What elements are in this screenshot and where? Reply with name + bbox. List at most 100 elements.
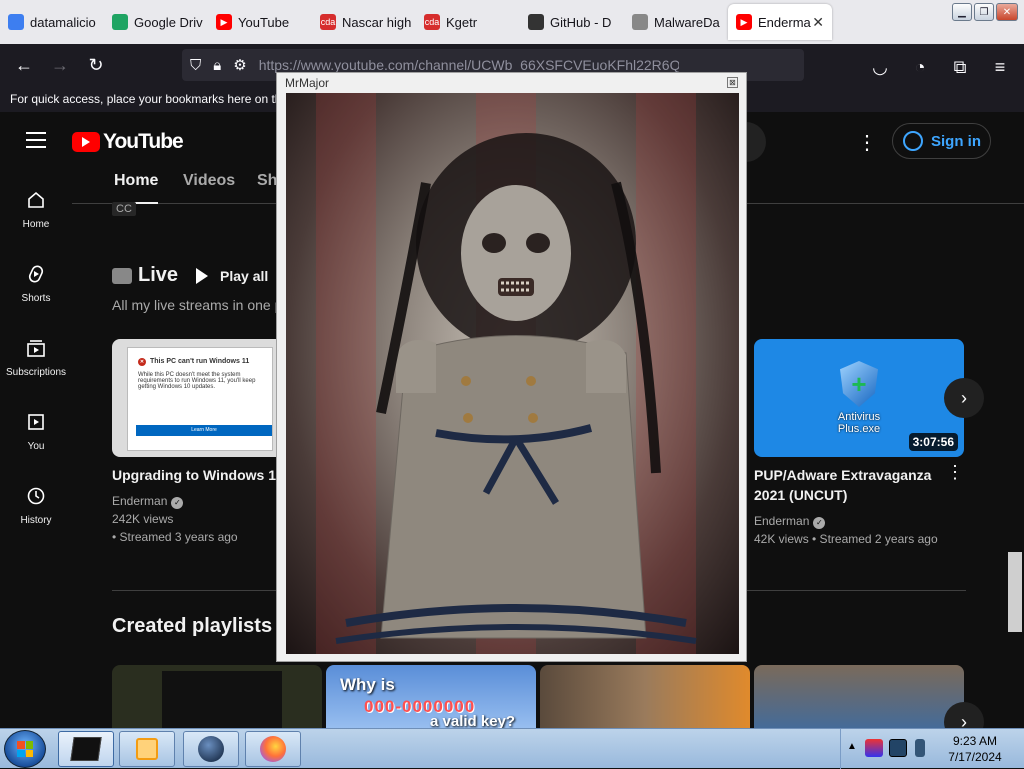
sidebar-item-subscriptions[interactable]: Subscriptions	[0, 320, 72, 394]
taskbar-app-media[interactable]	[119, 731, 175, 767]
subscriptions-icon	[25, 337, 47, 359]
thumb-dialog-button: Learn More	[136, 425, 272, 436]
window-controls: ▁ ❐ ✕	[952, 3, 1018, 21]
hamburger-menu-icon[interactable]	[26, 132, 46, 153]
url-text[interactable]: https://www.youtube.com/channel/UCWb_66X…	[259, 57, 679, 73]
video-title-line2[interactable]: 2021 (UNCUT)	[754, 487, 847, 503]
playlist-thumbnail[interactable]	[754, 665, 964, 728]
thumb-label-line1: Antivirus	[837, 411, 881, 423]
sidebar-item-shorts[interactable]: Shorts	[0, 246, 72, 320]
settings-kebab-icon[interactable]: ⋮	[857, 130, 877, 155]
browser-tab[interactable]: Google Driv	[104, 4, 208, 40]
maximize-button[interactable]: ❐	[974, 3, 994, 21]
taskbar-clock[interactable]: 9:23 AM 7/17/2024	[936, 733, 1014, 765]
browser-tab[interactable]: datamalicio	[0, 4, 104, 40]
tab-close-icon[interactable]: ✕	[812, 14, 824, 31]
taskbar-app-firefox[interactable]	[245, 731, 301, 767]
volume-icon[interactable]	[915, 739, 925, 757]
start-button[interactable]	[4, 730, 46, 768]
verified-check-icon: ✓	[813, 517, 826, 529]
tab-label: Kgetr	[446, 14, 478, 30]
creepy-doll-image	[286, 93, 739, 654]
browser-tab[interactable]: cda Nascar high	[312, 4, 416, 40]
video-title[interactable]: Upgrading to Windows 11	[112, 465, 283, 485]
tab-label: Google Driv	[134, 14, 203, 30]
youtube-play-icon	[72, 132, 100, 152]
popup-close-icon[interactable]: ⊠	[727, 77, 738, 88]
video-views: 242K views	[112, 512, 174, 526]
google-drive-icon	[112, 14, 128, 30]
shield-icon[interactable]: ⛉	[190, 57, 201, 74]
thumb-dialog-title: This PC can't run Windows 11	[138, 358, 262, 366]
play-icon	[196, 268, 208, 284]
carousel-next-button[interactable]: ›	[944, 702, 984, 728]
sidebar-item-home[interactable]: Home	[0, 172, 72, 246]
video-title[interactable]: PUP/Adware Extravaganza 2021 (UNCUT)	[754, 465, 931, 505]
live-section-title: Live	[112, 264, 178, 287]
github-icon	[528, 14, 544, 30]
taskbar-app-mrmajor[interactable]	[58, 731, 114, 767]
browser-tab[interactable]: MalwareDa	[624, 4, 728, 40]
lock-icon[interactable]: 🔒︎	[213, 57, 221, 74]
reload-button[interactable]: ↻	[78, 47, 114, 83]
sidebar-label: Subscriptions	[5, 366, 67, 378]
sign-in-button[interactable]: Sign in	[892, 123, 991, 159]
cda-icon: cda	[320, 14, 336, 30]
sidebar-item-you[interactable]: You	[0, 394, 72, 468]
tab-videos[interactable]: Videos	[183, 172, 235, 190]
sidebar-label: Home	[22, 218, 50, 230]
channel-name[interactable]: Enderman	[112, 494, 167, 508]
video-channel[interactable]: Enderman ✓	[754, 512, 826, 530]
minimize-button[interactable]: ▁	[952, 3, 972, 21]
tab-label: datamalicio	[30, 14, 96, 30]
taskbar-app-globe[interactable]	[183, 731, 239, 767]
browser-tab[interactable]: cda Kgetr	[416, 4, 520, 40]
tab-label: Nascar high	[342, 14, 412, 30]
youtube-sidebar: Home Shorts Subscriptions You History	[0, 172, 72, 542]
close-window-button[interactable]: ✕	[996, 3, 1018, 21]
back-button[interactable]: ←	[6, 47, 42, 83]
thumb-dialog: This PC can't run Windows 11 While this …	[127, 347, 273, 451]
tab-label: YouTube	[238, 14, 290, 30]
mrmajor-popup-window[interactable]: MrMajor ⊠	[276, 72, 747, 662]
history-icon	[25, 485, 47, 507]
network-icon[interactable]	[889, 739, 907, 757]
channel-name[interactable]: Enderman	[754, 514, 809, 528]
tab-home[interactable]: Home	[114, 172, 159, 204]
you-icon	[25, 411, 47, 433]
sidebar-label: Shorts	[21, 292, 51, 304]
created-playlists-title: Created playlists	[112, 615, 273, 637]
playlist-thumbnail[interactable]	[540, 665, 750, 728]
show-hidden-icons[interactable]: ▲	[847, 741, 857, 752]
live-description: All my live streams in one p	[112, 297, 283, 313]
video-menu-icon[interactable]: ⋮	[946, 462, 964, 483]
clock-time: 9:23 AM	[952, 734, 998, 748]
browser-tab-strip: datamalicio Google Driv ▶ YouTube cda Nasc…	[0, 0, 1024, 44]
tray-app-icon[interactable]	[865, 739, 883, 757]
browser-tab-active[interactable]: ▶ Enderma ✕	[728, 4, 832, 40]
pocket-icon[interactable]: ◡	[862, 49, 898, 85]
video-title-line1[interactable]: PUP/Adware Extravaganza	[754, 467, 931, 483]
playlist-thumbnail[interactable]	[112, 665, 322, 728]
carousel-next-button[interactable]: ›	[944, 378, 984, 418]
cc-badge: CC	[112, 202, 136, 216]
video-thumbnail-antivirus[interactable]: + Antivirus Plus.exe 3:07:56	[754, 339, 964, 457]
video-channel[interactable]: Enderman ✓	[112, 492, 184, 510]
sidebar-item-history[interactable]: History	[0, 468, 72, 542]
playlist-thumbnail[interactable]: Why is 000-0000000 a valid key?	[326, 665, 536, 728]
malwaredatabase-icon	[632, 14, 648, 30]
video-duration: 3:07:56	[908, 433, 958, 451]
scrollbar-thumb[interactable]	[1008, 552, 1022, 632]
youtube-logo[interactable]: YouTube	[72, 130, 184, 154]
thumb-label-line2: Plus.exe	[837, 423, 881, 435]
menu-icon[interactable]: ≡	[982, 49, 1018, 85]
account-icon[interactable]: ◔	[902, 49, 938, 85]
windows-logo-icon	[17, 741, 33, 757]
browser-tab[interactable]: ▶ YouTube	[208, 4, 312, 40]
browser-tab[interactable]: GitHub - D	[520, 4, 624, 40]
extensions-icon[interactable]: ⧉	[942, 49, 978, 85]
play-all-button[interactable]: Play all	[196, 268, 268, 284]
tab-shorts[interactable]: Sh	[257, 172, 277, 190]
permissions-icon[interactable]: ⚙	[233, 56, 246, 74]
forward-button[interactable]: →	[42, 47, 78, 83]
